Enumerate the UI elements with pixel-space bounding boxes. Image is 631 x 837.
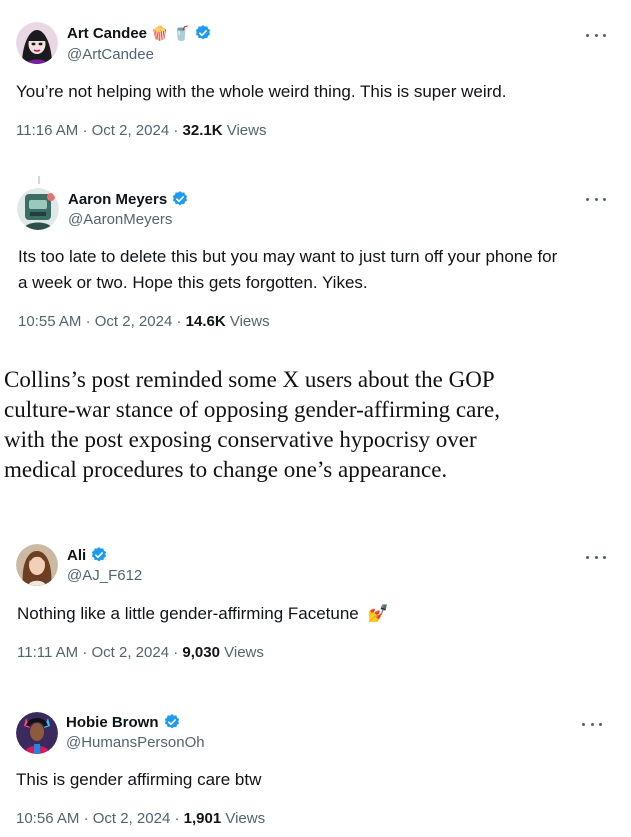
tweet-text: Its too late to delete this but you may … bbox=[18, 244, 618, 296]
tweet-meta: 10:56 AM · Oct 2, 2024 · 1,901 Views bbox=[16, 810, 265, 827]
tweet-hobie-brown: Hobie Brown @HumansPersonOh This is gend… bbox=[0, 700, 631, 837]
tweet-text-line: a week or two. Hope this gets forgotten.… bbox=[18, 273, 368, 292]
tweet-aaron-meyers: Aaron Meyers @AaronMeyers Its too late t… bbox=[0, 180, 631, 340]
separator: · bbox=[173, 644, 179, 661]
verified-badge-icon bbox=[195, 25, 211, 40]
separator: · bbox=[82, 122, 88, 139]
display-name[interactable]: Hobie Brown bbox=[66, 714, 159, 731]
avatar-aaron-meyers-image bbox=[17, 188, 59, 230]
article-caption: Collins’s post reminded some X users abo… bbox=[4, 365, 624, 485]
tweet-art-candee: Art Candee 🍿 🥤 @ArtCandee You’re not hel… bbox=[0, 0, 631, 150]
verified-badge-icon bbox=[164, 714, 179, 729]
display-name[interactable]: Art Candee bbox=[67, 25, 147, 42]
display-name[interactable]: Ali bbox=[67, 547, 86, 564]
caption-line: with the post exposing conservative hypo… bbox=[4, 427, 477, 452]
tweet-meta: 10:55 AM · Oct 2, 2024 · 14.6K Views bbox=[18, 313, 270, 330]
tweet-time[interactable]: 10:55 AM bbox=[18, 313, 81, 330]
tweet-date[interactable]: Oct 2, 2024 bbox=[93, 810, 171, 827]
tweet-time[interactable]: 10:56 AM bbox=[16, 810, 79, 827]
nail-polish-emoji: 💅 bbox=[367, 604, 389, 623]
views-label: Views bbox=[224, 644, 264, 661]
tweet-date[interactable]: Oct 2, 2024 bbox=[92, 644, 170, 661]
name-row: Ali bbox=[67, 546, 108, 564]
more-options-icon[interactable] bbox=[582, 716, 602, 732]
views-count: 1,901 bbox=[183, 810, 222, 827]
tweet-text-body: Nothing like a little gender-affirming F… bbox=[17, 604, 359, 623]
avatar-hobie-brown-image bbox=[16, 712, 58, 754]
views-count: 14.6K bbox=[185, 313, 226, 330]
views-label: Views bbox=[225, 810, 266, 827]
cup-straw-emoji: 🥤 bbox=[172, 25, 190, 41]
separator: · bbox=[174, 810, 180, 827]
avatar-art-candee-image bbox=[16, 22, 58, 64]
tweet-time[interactable]: 11:11 AM bbox=[17, 644, 78, 661]
popcorn-emoji: 🍿 bbox=[151, 25, 169, 41]
more-options-icon[interactable] bbox=[586, 27, 606, 43]
more-options-icon[interactable] bbox=[586, 191, 606, 207]
caption-line: Collins’s post reminded some X users abo… bbox=[4, 367, 495, 392]
tweet-meta: 11:16 AM · Oct 2, 2024 · 32.1K Views bbox=[16, 122, 266, 139]
tweet-text: Nothing like a little gender-affirming F… bbox=[17, 601, 617, 627]
more-options-icon[interactable] bbox=[586, 549, 606, 565]
views-label: Views bbox=[229, 313, 270, 330]
tweet-text: You’re not helping with the whole weird … bbox=[16, 82, 507, 101]
avatar[interactable] bbox=[16, 712, 58, 754]
avatar[interactable] bbox=[16, 22, 58, 64]
name-row: Aaron Meyers bbox=[68, 190, 189, 208]
avatar-ali-image bbox=[16, 544, 58, 586]
tweet-text-line: Its too late to delete this but you may … bbox=[18, 247, 558, 266]
tweet-meta: 11:11 AM · Oct 2, 2024 · 9,030 Views bbox=[17, 644, 264, 661]
separator: · bbox=[83, 810, 89, 827]
views-count: 32.1K bbox=[182, 122, 223, 139]
tweet-date[interactable]: Oct 2, 2024 bbox=[92, 122, 170, 139]
avatar[interactable] bbox=[17, 188, 59, 230]
separator: · bbox=[82, 644, 88, 661]
tweet-date[interactable]: Oct 2, 2024 bbox=[95, 313, 173, 330]
display-name[interactable]: Aaron Meyers bbox=[68, 191, 167, 208]
verified-badge-icon bbox=[92, 547, 107, 562]
tweet-text: This is gender affirming care btw bbox=[16, 770, 262, 789]
tweet-ali: Ali @AJ_F612 Nothing like a little gende… bbox=[0, 530, 631, 670]
separator: · bbox=[173, 122, 179, 139]
name-row: Hobie Brown bbox=[66, 713, 181, 731]
caption-line: medical procedures to change one’s appea… bbox=[4, 457, 448, 482]
separator: · bbox=[176, 313, 182, 330]
views-count: 9,030 bbox=[182, 644, 220, 661]
handle[interactable]: @ArtCandee bbox=[67, 46, 154, 63]
separator: · bbox=[85, 313, 91, 330]
handle[interactable]: @AaronMeyers bbox=[68, 211, 172, 228]
avatar[interactable] bbox=[16, 544, 58, 586]
handle[interactable]: @AJ_F612 bbox=[67, 567, 142, 584]
verified-badge-icon bbox=[173, 191, 188, 206]
name-row: Art Candee 🍿 🥤 bbox=[67, 24, 212, 42]
handle[interactable]: @HumansPersonOh bbox=[66, 734, 205, 751]
views-label: Views bbox=[226, 122, 267, 139]
caption-line: culture-war stance of opposing gender-af… bbox=[4, 397, 500, 422]
tweet-time[interactable]: 11:16 AM bbox=[16, 122, 78, 139]
